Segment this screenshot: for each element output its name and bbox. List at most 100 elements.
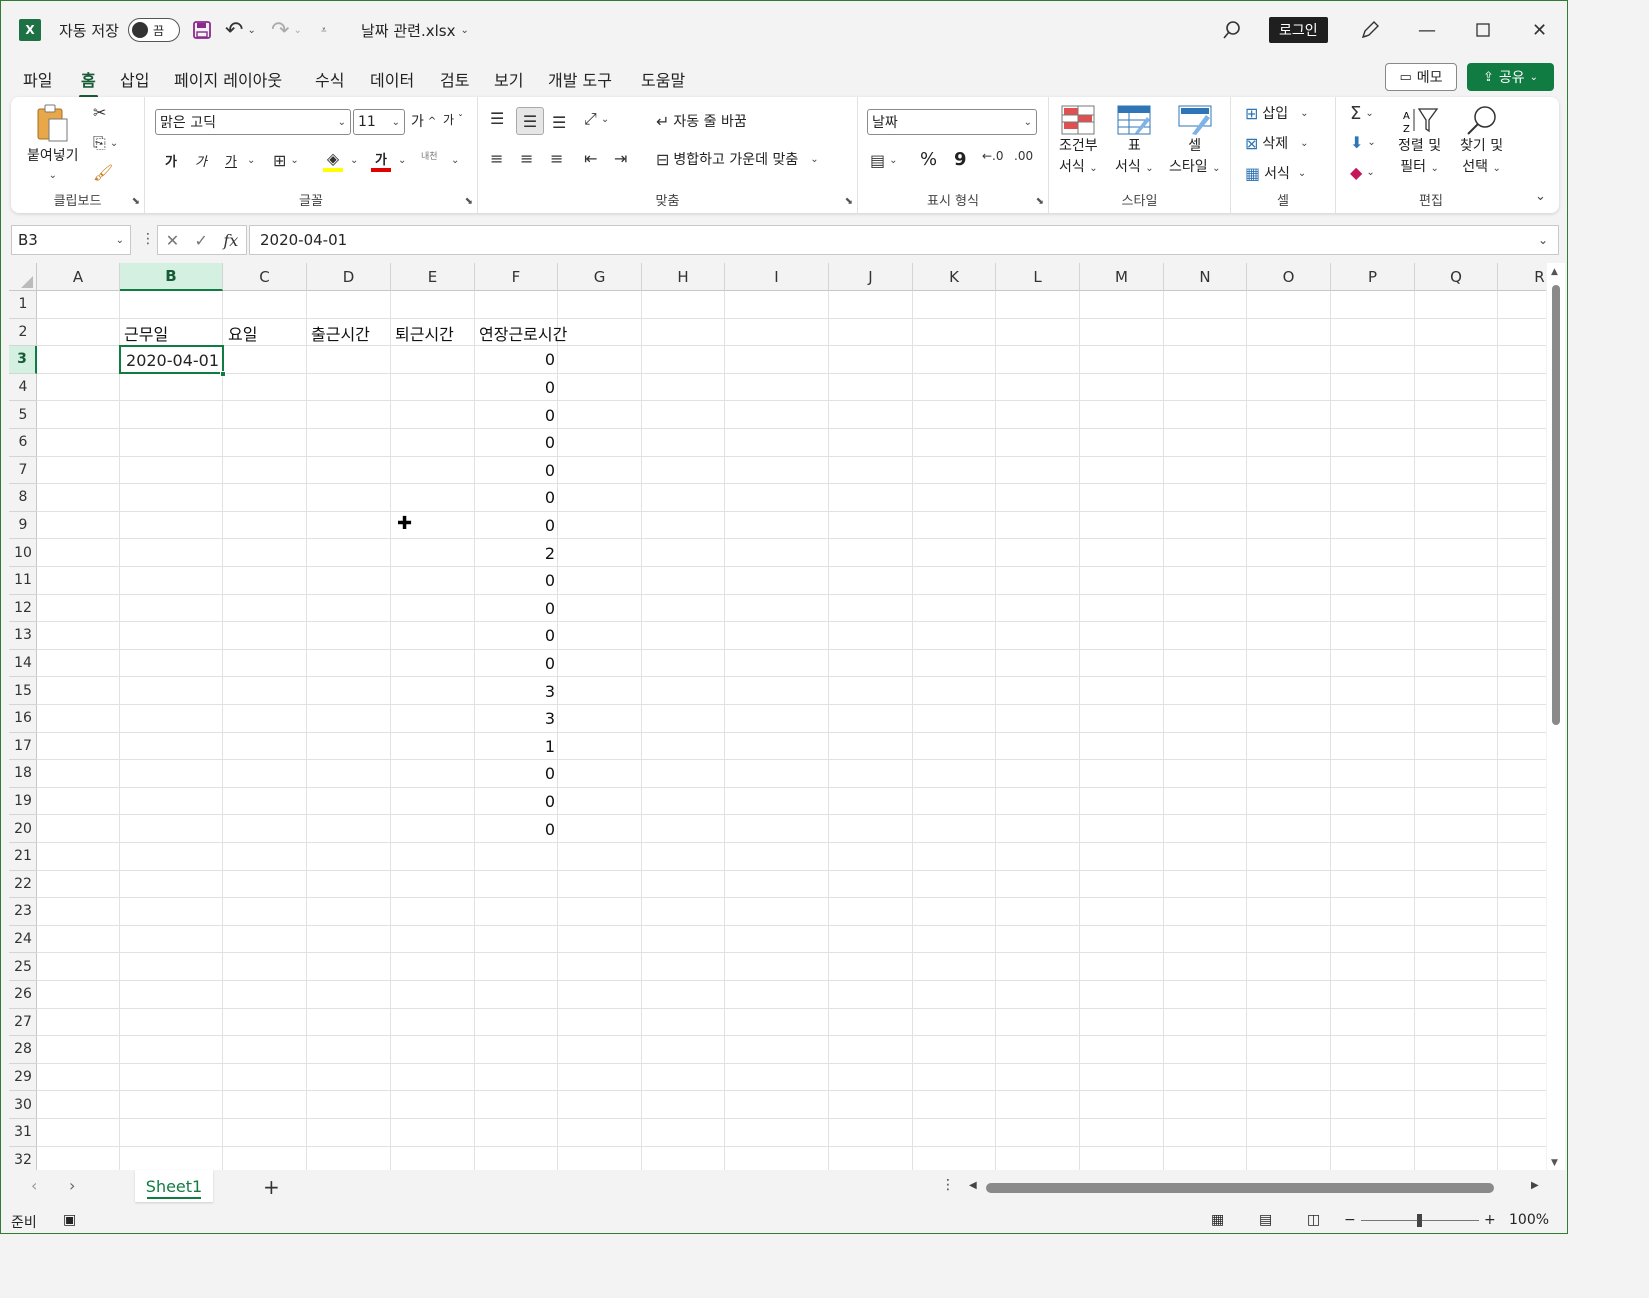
vertical-scroll-thumb[interactable]	[1552, 285, 1560, 725]
row-header-16[interactable]: 16	[9, 705, 37, 733]
dialog-launcher-icon[interactable]: ⬊	[465, 196, 473, 207]
row-header-4[interactable]: 4	[9, 374, 37, 402]
zoom-in-icon[interactable]: +	[1484, 1212, 1496, 1228]
sort-filter-button[interactable]: AZ 정렬 및 필터 ⌄	[1398, 105, 1441, 178]
customize-qat-icon[interactable]: ⩡	[321, 25, 327, 36]
row-header-18[interactable]: 18	[9, 760, 37, 788]
format-cells-button[interactable]: ▦ 서식 ⌄	[1245, 163, 1306, 183]
zoom-level[interactable]: 100%	[1509, 1212, 1549, 1228]
row-header-31[interactable]: 31	[9, 1119, 37, 1147]
cell-f11[interactable]: 0	[475, 567, 555, 595]
cell-f16[interactable]: 3	[475, 705, 555, 733]
dialog-launcher-icon[interactable]: ⬊	[845, 196, 853, 207]
cell-f13[interactable]: 0	[475, 622, 555, 650]
chevron-down-icon[interactable]: ⌄	[110, 138, 118, 149]
bold-button[interactable]: 가	[165, 151, 177, 170]
fill-handle[interactable]	[220, 371, 226, 377]
decrease-indent-icon[interactable]: ⇤	[584, 149, 597, 168]
cell-f15[interactable]: 3	[475, 677, 555, 705]
column-header-c[interactable]: C	[223, 263, 307, 291]
cut-icon[interactable]: ✂	[93, 103, 106, 122]
chevron-down-icon[interactable]: ⌄	[247, 155, 255, 166]
chevron-down-icon[interactable]: ⌄	[1367, 137, 1375, 148]
autosum-icon[interactable]: Σ	[1350, 103, 1361, 124]
align-right-icon[interactable]: ≡	[550, 149, 563, 168]
save-icon[interactable]	[192, 20, 212, 40]
undo-icon[interactable]: ↶	[225, 18, 243, 43]
selected-cell[interactable]: 2020-04-01	[119, 345, 224, 374]
memo-button[interactable]: ▭ 메모	[1385, 63, 1457, 91]
insert-cells-button[interactable]: ⊞ 삽입 ⌄	[1245, 103, 1309, 123]
close-icon[interactable]: ✕	[1532, 1, 1547, 59]
row-header-26[interactable]: 26	[9, 981, 37, 1009]
redo-icon[interactable]: ↷	[271, 18, 289, 43]
comma-button[interactable]: 9	[954, 149, 967, 170]
row-header-17[interactable]: 17	[9, 733, 37, 761]
horizontal-scroll-thumb[interactable]	[986, 1183, 1494, 1193]
search-icon[interactable]	[1222, 20, 1242, 40]
sheet-tab-sheet1[interactable]: Sheet1	[135, 1170, 213, 1202]
tab-file[interactable]: 파일	[23, 67, 52, 91]
zoom-slider-knob[interactable]	[1417, 1214, 1422, 1227]
format-as-table-button[interactable]: 표 서식 ⌄	[1115, 105, 1154, 178]
percent-button[interactable]: %	[920, 149, 937, 170]
column-header-n[interactable]: N	[1164, 263, 1247, 291]
chevron-down-icon[interactable]: ⌄	[1365, 108, 1373, 119]
underline-button[interactable]: 가	[225, 151, 237, 170]
row-header-29[interactable]: 29	[9, 1064, 37, 1092]
cell-f9[interactable]: 0	[475, 512, 555, 540]
row-header-24[interactable]: 24	[9, 926, 37, 954]
row-header-19[interactable]: 19	[9, 788, 37, 816]
chevron-down-icon[interactable]: ⌄	[350, 155, 358, 166]
font-name-select[interactable]: 맑은 고딕 ⌄	[155, 109, 351, 135]
align-top-icon[interactable]: ☰	[490, 109, 504, 128]
undo-dropdown-icon[interactable]: ⌄	[247, 25, 255, 36]
merge-center-button[interactable]: ⊟ 병합하고 가운데 맞춤 ⌄	[656, 149, 819, 169]
autosave-toggle[interactable]: 끔	[128, 18, 180, 42]
tab-splitter-icon[interactable]: ⋮	[941, 1177, 955, 1193]
increase-decimal-icon[interactable]: ←.0	[982, 149, 1004, 163]
row-header-23[interactable]: 23	[9, 898, 37, 926]
expand-formula-icon[interactable]: ⌄	[1538, 233, 1548, 247]
chevron-down-icon[interactable]: ⌄	[398, 155, 406, 166]
column-header-m[interactable]: M	[1080, 263, 1164, 291]
conditional-format-button[interactable]: 조건부 서식 ⌄	[1059, 105, 1098, 178]
row-header-10[interactable]: 10	[9, 539, 37, 567]
shrink-font-button[interactable]: 가ˇ	[443, 111, 463, 128]
add-sheet-button[interactable]: +	[263, 1175, 280, 1199]
tab-page-layout[interactable]: 페이지 레이아웃	[174, 67, 282, 91]
wrap-text-button[interactable]: ↵ 자동 줄 바꿈	[656, 111, 747, 131]
name-box[interactable]: B3 ⌄	[11, 225, 131, 255]
row-header-6[interactable]: 6	[9, 429, 37, 457]
row-header-12[interactable]: 12	[9, 595, 37, 623]
page-layout-view-icon[interactable]: ▤	[1259, 1212, 1272, 1228]
share-button[interactable]: ⇪ 공유 ⌄	[1467, 63, 1554, 91]
scroll-left-icon[interactable]: ◀	[969, 1180, 977, 1191]
dialog-launcher-icon[interactable]: ⬊	[1036, 196, 1044, 207]
number-format-select[interactable]: 날짜 ⌄	[867, 109, 1037, 135]
cell-f17[interactable]: 1	[475, 733, 555, 761]
currency-icon[interactable]: ▤	[870, 151, 885, 170]
cell-b2[interactable]: 근무일	[124, 319, 168, 346]
row-header-20[interactable]: 20	[9, 815, 37, 843]
cell-f12[interactable]: 0	[475, 595, 555, 623]
dialog-launcher-icon[interactable]: ⬊	[132, 196, 140, 207]
row-header-30[interactable]: 30	[9, 1091, 37, 1119]
copy-icon[interactable]: ⎘	[93, 133, 106, 153]
italic-button[interactable]: 가	[195, 151, 207, 170]
tab-data[interactable]: 데이터	[370, 67, 414, 91]
tab-view[interactable]: 보기	[494, 67, 523, 91]
prev-sheet-icon[interactable]: ‹	[31, 1176, 37, 1195]
decrease-decimal-icon[interactable]: .00	[1014, 149, 1033, 163]
column-header-l[interactable]: L	[996, 263, 1080, 291]
cancel-icon[interactable]: ✕	[166, 231, 179, 250]
minimize-icon[interactable]: —	[1418, 1, 1436, 59]
cell-f3[interactable]: 0	[475, 346, 555, 374]
paste-button[interactable]: 붙여넣기 ⌄	[27, 103, 79, 181]
cell-e2[interactable]: 퇴근시간	[395, 319, 454, 346]
row-header-15[interactable]: 15	[9, 677, 37, 705]
row-header-8[interactable]: 8	[9, 484, 37, 512]
column-header-e[interactable]: E	[391, 263, 475, 291]
chevron-down-icon[interactable]: ⌄	[451, 155, 459, 166]
font-color-button[interactable]: 가	[371, 149, 391, 172]
